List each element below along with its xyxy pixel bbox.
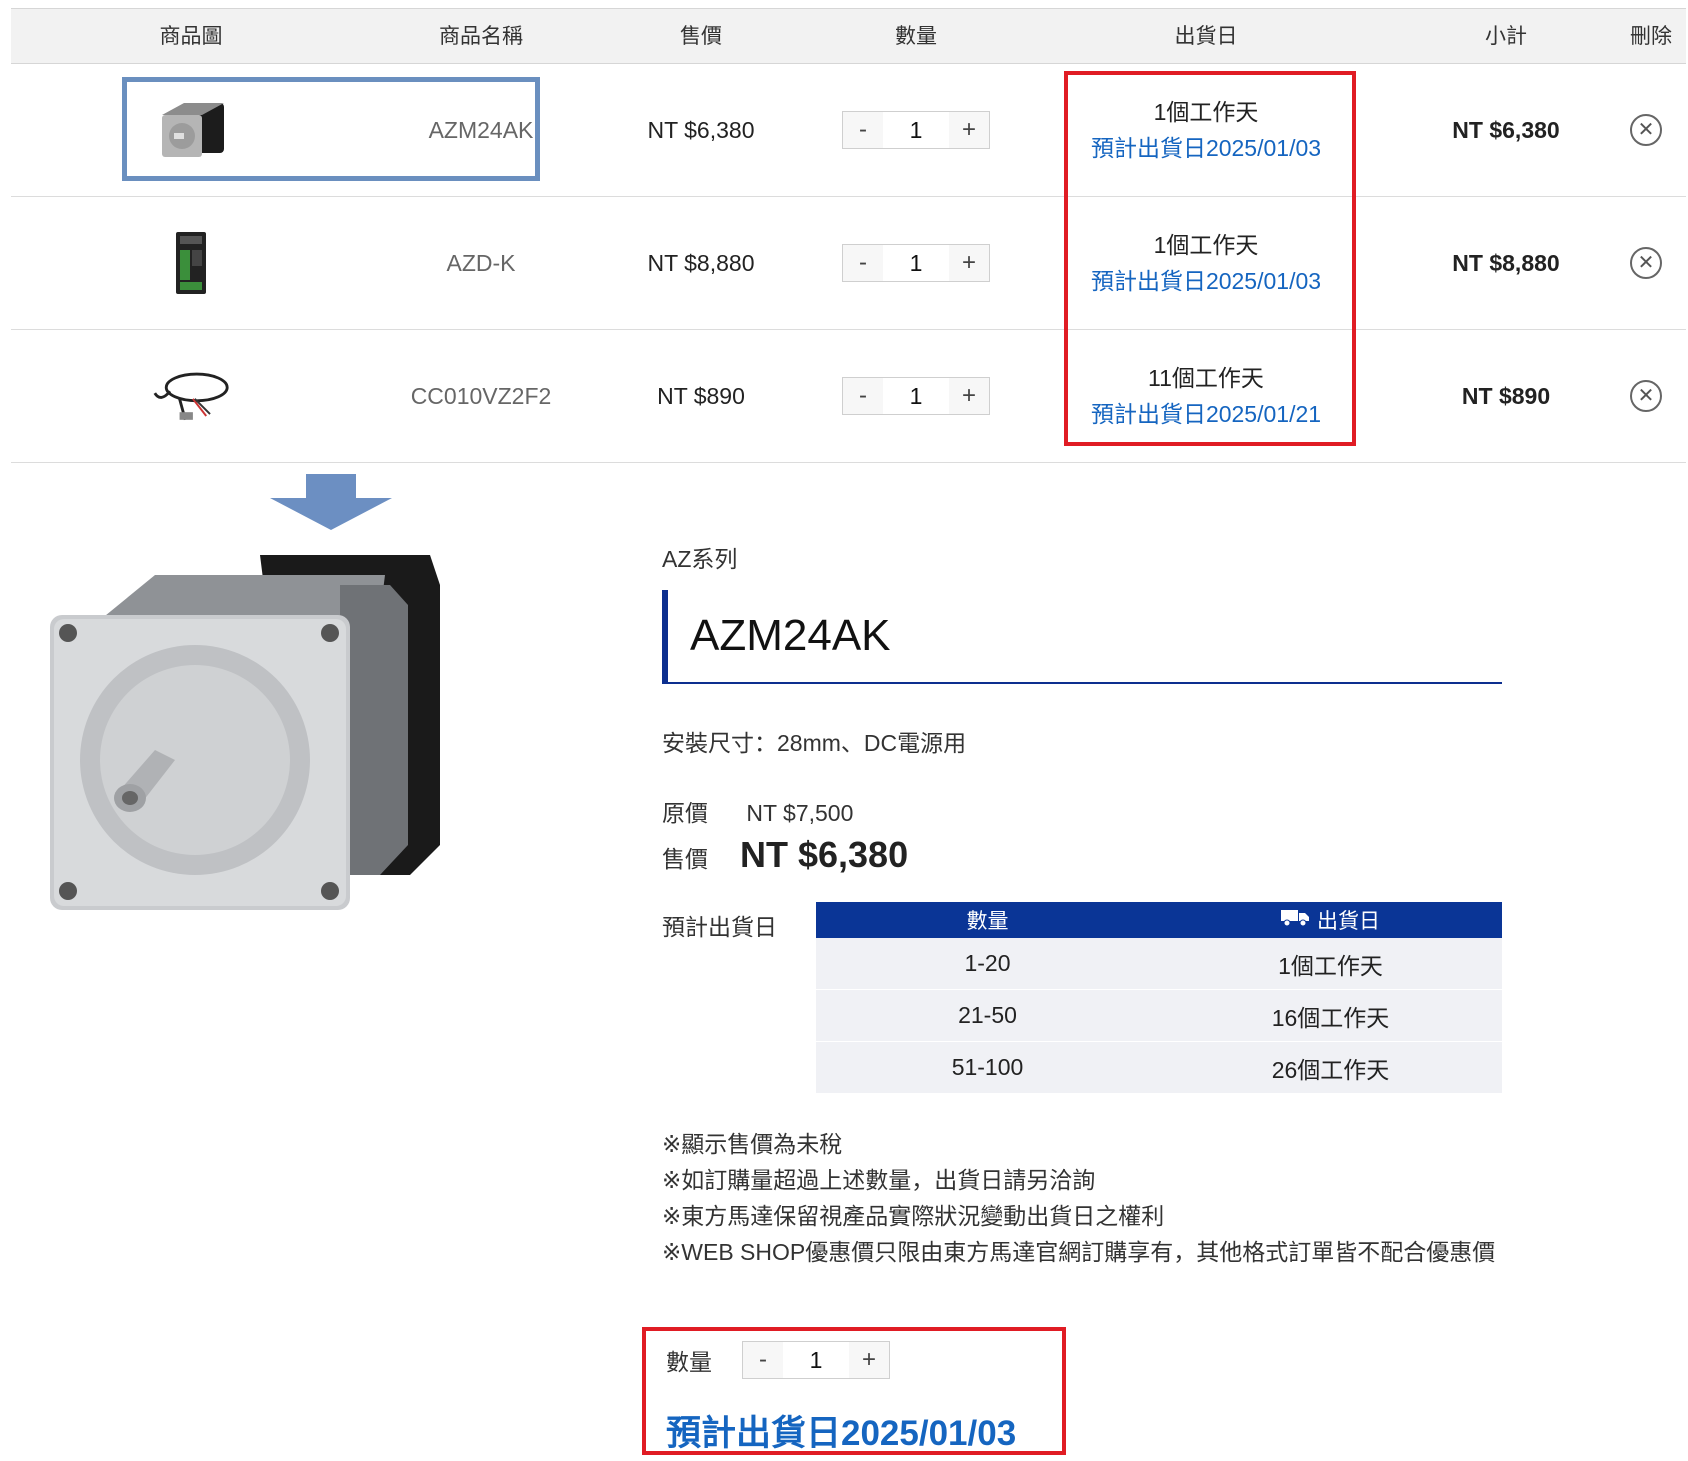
highlight-box-blue	[122, 77, 540, 181]
note-line: ※WEB SHOP優惠價只限由東方馬達官網訂購享有，其他格式訂單皆不配合優惠價	[662, 1239, 1496, 1265]
ship-qty-range: 1-20	[964, 950, 1011, 976]
cart-item-subtotal: NT $8,880	[1452, 249, 1560, 276]
highlight-box-red	[1064, 71, 1356, 446]
cart-item-price: NT $6,380	[647, 116, 755, 143]
delete-icon[interactable]: ✕	[1630, 380, 1662, 412]
cart-item-subtotal: NT $6,380	[1452, 116, 1560, 143]
cart-item-price: NT $8,880	[647, 249, 755, 276]
driver-icon	[151, 223, 231, 303]
sale-price: NT $6,380	[740, 834, 909, 875]
cable-icon	[151, 356, 231, 436]
cart-row: AZD-K NT $8,880 - 1 + 1個工作天 預計出貨日2025/01…	[11, 197, 1686, 330]
sale-price-label: 售價	[662, 846, 708, 872]
qty-label: 數量	[666, 1349, 712, 1375]
product-title-bar: AZM24AK	[662, 590, 1502, 684]
price-block: 原價 NT $7,500 售價 NT $6,380	[662, 794, 1502, 876]
qty-value[interactable]: 1	[783, 1342, 849, 1378]
qty-value[interactable]: 1	[883, 112, 949, 148]
header-qty: 數量	[895, 25, 937, 48]
header-ship: 出貨日	[1174, 25, 1238, 48]
ship-lead-time: 16個工作天	[1271, 1004, 1390, 1031]
orig-price-label: 原價	[662, 800, 708, 826]
table-row: 1-20 1個工作天	[816, 938, 1502, 990]
product-series: AZ系列	[662, 546, 738, 572]
table-row: 51-100 26個工作天	[816, 1042, 1502, 1094]
quantity-stepper: - 1 +	[842, 244, 990, 282]
delete-icon[interactable]: ✕	[1630, 247, 1662, 279]
table-row: 21-50 16個工作天	[816, 990, 1502, 1042]
qty-plus-button[interactable]: +	[949, 378, 989, 414]
qty-plus-button[interactable]: +	[849, 1342, 889, 1378]
orig-price: NT $7,500	[746, 800, 854, 826]
cart-item-name[interactable]: AZD-K	[341, 197, 621, 329]
product-spec: 安裝尺寸：28mm、DC電源用	[662, 730, 967, 756]
delete-icon[interactable]: ✕	[1630, 114, 1662, 146]
qty-plus-button[interactable]: +	[949, 245, 989, 281]
cart-item-name[interactable]: CC010VZ2F2	[341, 330, 621, 462]
cart-row: CC010VZ2F2 NT $890 - 1 + 11個工作天 預計出貨日202…	[11, 330, 1686, 463]
header-delete: 刪除	[1630, 25, 1672, 48]
quantity-stepper: - 1 +	[742, 1341, 890, 1379]
ship-qty-range: 21-50	[958, 1002, 1017, 1028]
qty-value[interactable]: 1	[883, 245, 949, 281]
quantity-stepper: - 1 +	[842, 377, 990, 415]
header-image: 商品圖	[159, 25, 223, 48]
note-line: ※顯示售價為未稅	[662, 1131, 843, 1157]
header-price: 售價	[680, 25, 722, 48]
quantity-stepper: - 1 +	[842, 111, 990, 149]
cart-item-price: NT $890	[657, 382, 745, 409]
ship-lead-time: 1個工作天	[1278, 952, 1383, 979]
header-subtotal: 小計	[1485, 25, 1527, 48]
cart-item-image[interactable]	[111, 330, 271, 462]
ship-schedule-label: 預計出貨日	[662, 914, 777, 940]
ship-table: 數量 出貨日 1-20 1個工作天 21-50 16個工作天 51-100 26…	[816, 902, 1502, 1094]
estimated-ship-date: 預計出貨日2025/01/03	[666, 1414, 1017, 1453]
note-line: ※東方馬達保留視產品實際狀況變動出貨日之權利	[662, 1203, 1165, 1229]
qty-minus-button[interactable]: -	[743, 1342, 783, 1378]
ship-schedule: 預計出貨日 數量 出貨日 1-20 1個工作天 21-50 16個工作天 51-…	[662, 902, 1502, 1094]
ship-table-header: 數量 出貨日	[816, 902, 1502, 938]
qty-minus-button[interactable]: -	[843, 378, 883, 414]
qty-plus-button[interactable]: +	[949, 112, 989, 148]
ship-lead-time: 26個工作天	[1271, 1056, 1390, 1083]
quantity-highlight-box: 數量 - 1 + 預計出貨日2025/01/03	[642, 1327, 1066, 1455]
ship-table-header-qty: 數量	[966, 910, 1009, 933]
qty-value[interactable]: 1	[883, 378, 949, 414]
truck-icon	[1281, 908, 1309, 932]
qty-minus-button[interactable]: -	[843, 112, 883, 148]
cart-header: 商品圖 商品名稱 售價 數量 出貨日 小計 刪除	[11, 8, 1686, 64]
notes: ※顯示售價為未稅 ※如訂購量超過上述數量，出貨日請另洽詢 ※東方馬達保留視產品實…	[662, 1126, 1502, 1270]
note-line: ※如訂購量超過上述數量，出貨日請另洽詢	[662, 1167, 1096, 1193]
product-image	[40, 545, 460, 925]
cart-item-subtotal: NT $890	[1461, 382, 1551, 409]
cart-item-image[interactable]	[111, 197, 271, 329]
ship-qty-range: 51-100	[951, 1054, 1024, 1080]
product-detail: AZ系列 AZM24AK 安裝尺寸：28mm、DC電源用 原價 NT $7,50…	[662, 540, 1502, 1270]
down-arrow-icon	[268, 474, 394, 535]
qty-minus-button[interactable]: -	[843, 245, 883, 281]
product-title: AZM24AK	[690, 611, 891, 660]
ship-table-header-date: 出貨日	[1159, 905, 1502, 935]
header-name: 商品名稱	[439, 25, 523, 48]
